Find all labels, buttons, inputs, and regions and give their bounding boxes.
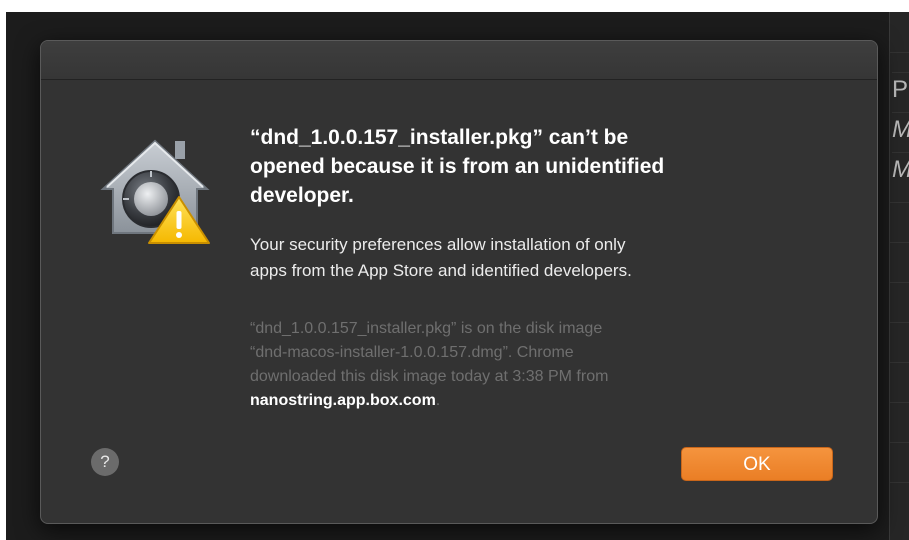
background-row-divider: [890, 52, 909, 53]
background-row-divider: [890, 242, 909, 243]
background-row-divider: [890, 482, 909, 483]
alert-info-text: Your security preferences allow installa…: [250, 232, 810, 284]
alert-info-line: apps from the App Store and identified d…: [250, 261, 632, 280]
alert-heading-line: “dnd_1.0.0.157_installer.pkg” can’t be: [250, 126, 629, 149]
dialog-titlebar: [41, 41, 877, 80]
source-domain-period: .: [435, 392, 441, 409]
background-row-divider: [890, 442, 909, 443]
alert-heading-line: opened because it is from an unidentifie…: [250, 155, 665, 178]
source-domain: nanostring.app.box.com: [250, 392, 436, 409]
background-row-divider: [890, 282, 909, 283]
background-row: M: [892, 112, 909, 147]
background-window: P M M: [889, 12, 909, 540]
security-gatekeeper-warning-icon: [100, 139, 210, 244]
alert-details-line: “dnd_1.0.0.157_installer.pkg” is on the …: [250, 320, 603, 337]
background-row: M: [892, 152, 909, 187]
alert-details-source-line: nanostring.app.box.com.: [250, 389, 810, 413]
background-row-divider: [890, 202, 909, 203]
alert-details-text: “dnd_1.0.0.157_installer.pkg” is on the …: [250, 317, 810, 413]
screen: P M M: [0, 0, 909, 540]
help-button[interactable]: ?: [91, 448, 119, 476]
alert-info-line: Your security preferences allow installa…: [250, 235, 626, 254]
background-row-divider: [890, 362, 909, 363]
background-row-divider: [890, 402, 909, 403]
background-row-divider: [890, 322, 909, 323]
alert-heading: “dnd_1.0.0.157_installer.pkg” can’t be o…: [250, 123, 810, 210]
ok-button[interactable]: OK: [681, 447, 833, 481]
security-alert-dialog: “dnd_1.0.0.157_installer.pkg” can’t be o…: [40, 40, 878, 524]
alert-details-line: downloaded this disk image today at 3:38…: [250, 368, 609, 385]
alert-heading-line: developer.: [250, 184, 354, 207]
background-row: P: [892, 72, 909, 107]
alert-details-line: “dnd-macos-installer-1.0.0.157.dmg”. Chr…: [250, 344, 574, 361]
